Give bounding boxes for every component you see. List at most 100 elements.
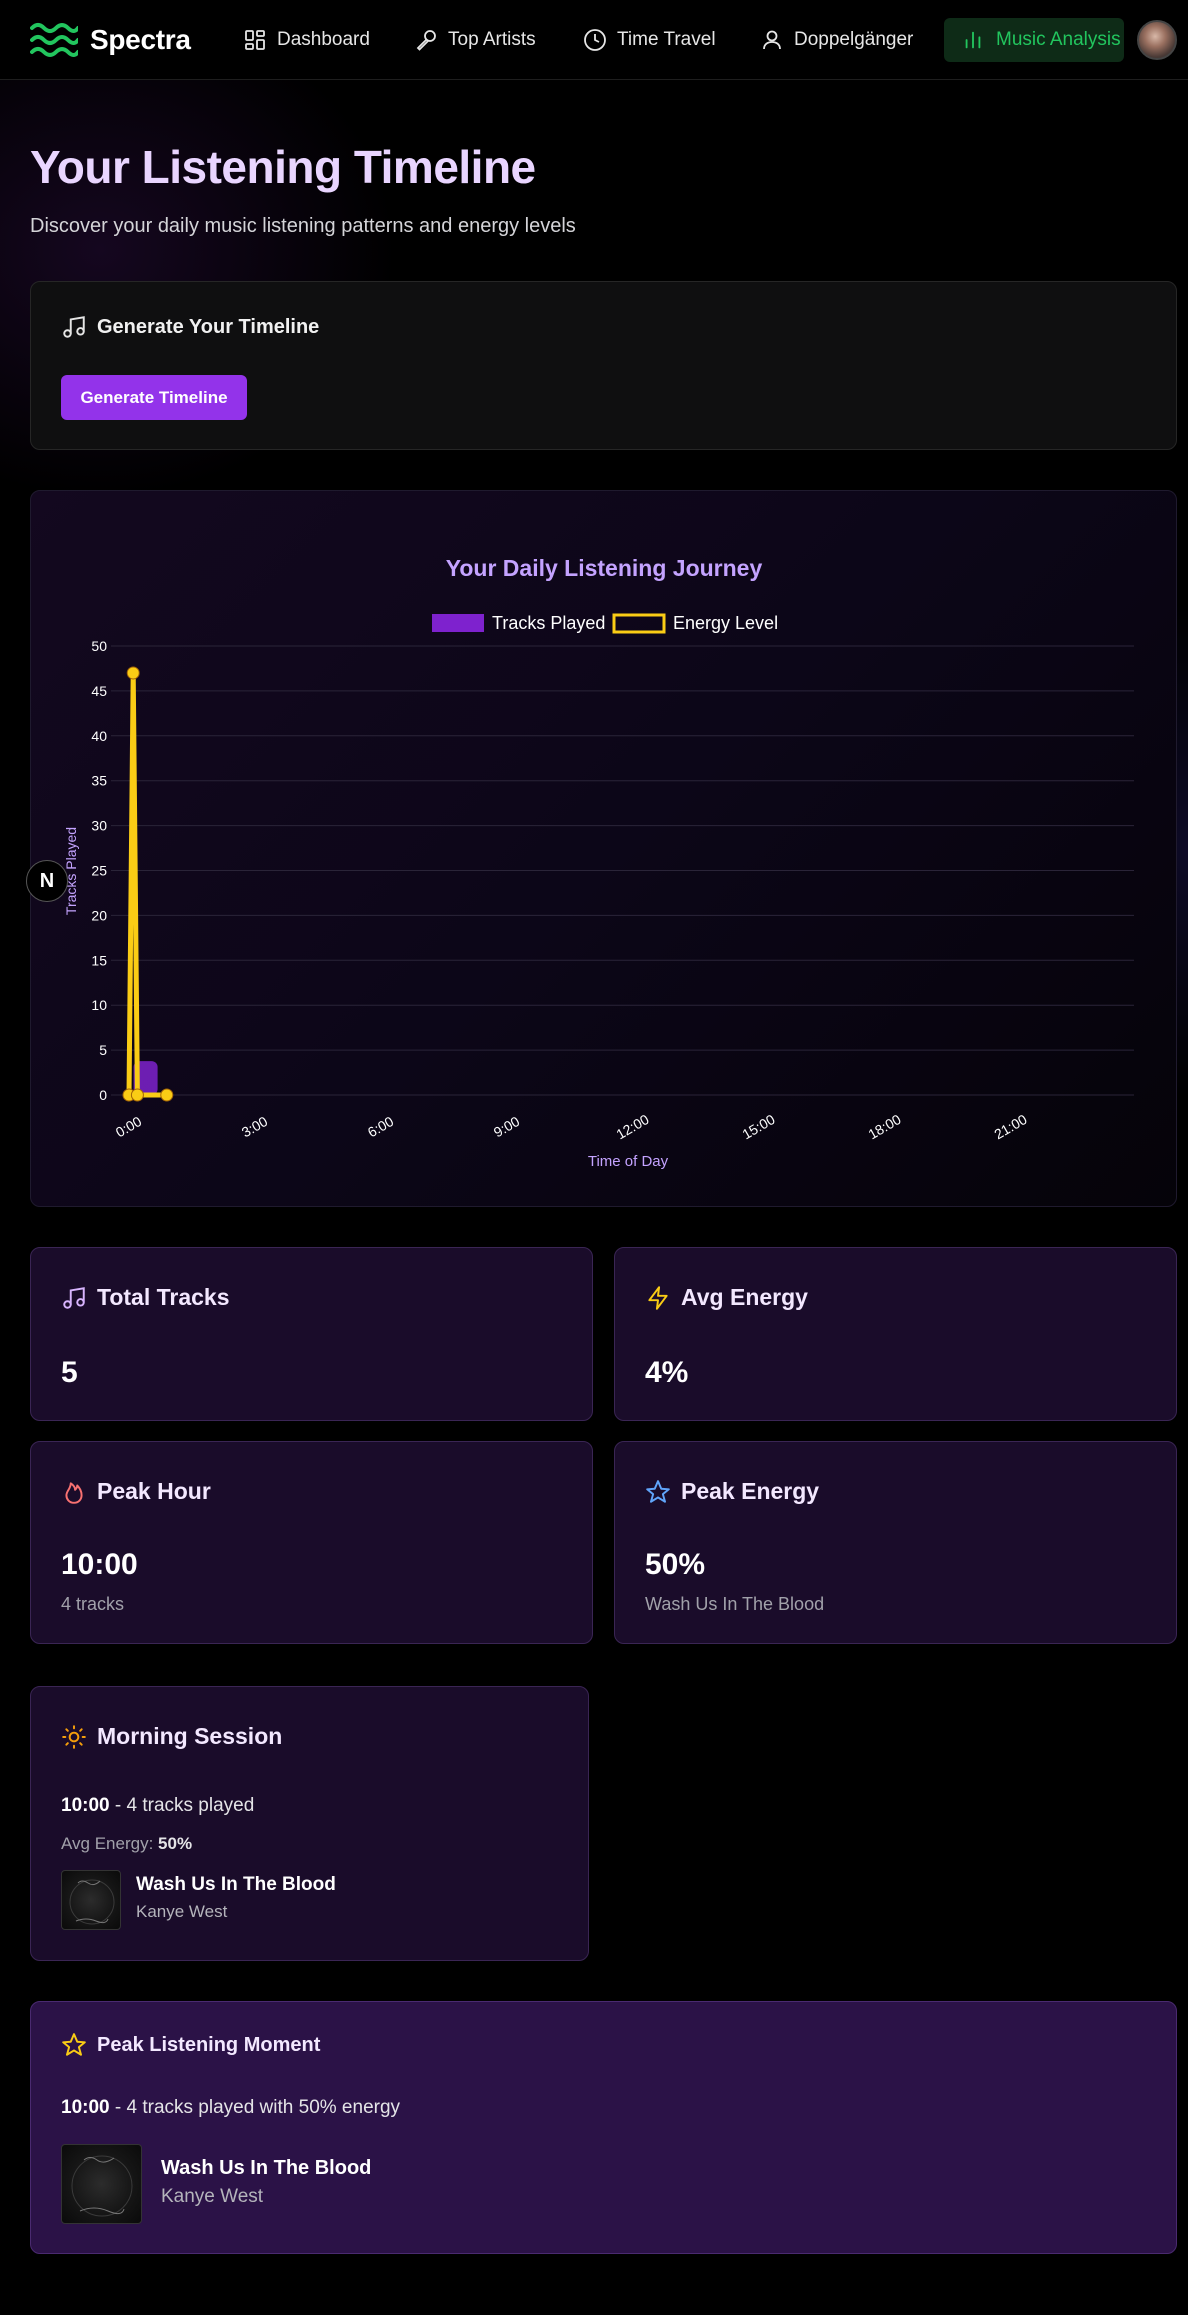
legend-swatch-energy [612,613,666,634]
nav-time-travel-label: Time Travel [617,29,716,50]
page-title: Your Listening Timeline [30,141,536,193]
y-tick-label: 10 [91,997,107,1013]
microphone-icon [416,30,436,51]
star-icon [62,2033,86,2056]
nav-music-analysis[interactable]: Music Analysis [944,18,1124,62]
brand-logo[interactable]: Spectra [30,20,191,60]
stat-peak-hour: Peak Hour 10:00 4 tracks [30,1441,593,1644]
stat-label: Peak Hour [97,1478,211,1504]
generate-timeline-button[interactable]: Generate Timeline [61,375,247,420]
y-tick-label: 35 [91,773,107,789]
chart-card: Your Daily Listening Journey Tracks Play… [30,490,1177,1207]
user-icon [763,30,781,50]
nav-dashboard[interactable]: Dashboard [243,22,370,58]
lightning-icon [648,1285,668,1310]
track-artist: Kanye West [161,2186,264,2207]
sun-icon [62,1724,86,1749]
morning-session-card: Morning Session 10:00 - 4 tracks played … [30,1686,589,1961]
session-energy-label: Avg Energy: [61,1834,159,1853]
session-time: 10:00 [61,1795,110,1816]
brand-name: Spectra [90,24,191,55]
legend-swatch-tracks [432,614,484,632]
session-summary: 10:00 - 4 tracks played [61,1795,254,1817]
y-tick-label: 40 [91,728,107,744]
nav-doppelganger[interactable]: Doppelgänger [760,22,913,58]
y-tick-label: 30 [91,818,107,834]
music-note-icon [63,316,85,338]
y-tick-label: 15 [91,952,107,968]
wave-logo-icon [30,23,78,57]
stat-value: 50% [645,1548,706,1581]
y-axis-ticks: 0 5 10 15 20 25 30 35 40 45 50 [91,638,107,1103]
legend-label-energy[interactable]: Energy Level [673,613,778,633]
stat-avg-energy: Avg Energy 4% [614,1247,1177,1421]
session-energy-value: 50% [158,1834,193,1853]
generate-card: Generate Your Timeline Generate Timeline [30,281,1177,450]
x-axis-ticks: 0:00 3:00 6:00 9:00 12:00 15:00 18:00 21:00 [113,1111,1030,1142]
y-tick-label: 5 [99,1042,107,1058]
y-tick-label: 20 [91,907,107,923]
y-tick-label: 45 [91,683,107,699]
energy-point[interactable] [130,1088,144,1102]
x-tick-label: 15:00 [739,1111,778,1142]
chart-legend: Tracks Played Energy Level [432,613,778,634]
x-tick-label: 18:00 [865,1111,904,1142]
peak-head: Peak Listening Moment [61,2032,320,2058]
nav-dashboard-label: Dashboard [277,29,370,50]
peak-time: 10:00 [61,2097,110,2118]
top-nav: Spectra Dashboard Top Artists Time Trave… [0,0,1188,80]
bar-chart-icon [965,31,981,49]
star-icon [646,1479,670,1503]
grid-icon [245,30,265,50]
legend-label-tracks[interactable]: Tracks Played [492,613,605,633]
x-tick-label: 3:00 [239,1113,271,1141]
energy-point[interactable] [160,1088,174,1102]
session-tracks-text: - 4 tracks played [109,1795,255,1816]
energy-point[interactable] [126,666,140,680]
x-tick-label: 12:00 [613,1111,652,1142]
stat-total-tracks-head: Total Tracks [61,1284,230,1311]
stat-avg-energy-head: Avg Energy [645,1284,808,1311]
stat-peak-hour-head: Peak Hour [61,1478,211,1505]
chart-title: Your Daily Listening Journey [446,555,763,581]
peak-text: - 4 tracks played with 50% energy [109,2097,401,2118]
stat-value: 10:00 [61,1548,138,1581]
music-note-icon [63,1286,85,1309]
x-tick-label: 9:00 [491,1113,523,1141]
session-title: Morning Session [97,1723,283,1749]
clock-icon [584,29,606,51]
chart-grid [111,645,1134,1096]
peak-summary: 10:00 - 4 tracks played with 50% energy [61,2097,400,2119]
listening-chart: Your Daily Listening Journey Tracks Play… [63,555,1134,1170]
x-tick-label: 6:00 [365,1113,397,1141]
generate-title: Generate Your Timeline [61,314,319,340]
stat-label: Total Tracks [97,1284,230,1310]
peak-moment-card: Peak Listening Moment 10:00 - 4 tracks p… [30,2001,1177,2254]
peak-title: Peak Listening Moment [97,2033,321,2056]
stat-peak-energy: Peak Energy 50% Wash Us In The Blood [614,1441,1177,1644]
avatar[interactable] [1137,20,1177,60]
x-tick-label: 0:00 [113,1113,145,1141]
stat-label: Peak Energy [681,1478,820,1504]
nav-top-artists-label: Top Artists [448,29,536,50]
flame-icon [65,1481,83,1504]
generate-title-text: Generate Your Timeline [97,315,320,338]
n-badge[interactable]: N [26,860,68,902]
track-title[interactable]: Wash Us In The Blood [136,1874,336,1896]
album-cover-icon [69,1879,115,1925]
nav-top-artists[interactable]: Top Artists [414,22,536,58]
album-cover-icon [71,2155,133,2217]
y-tick-label: 50 [91,638,107,654]
stat-value: 5 [61,1356,78,1389]
album-art[interactable] [61,1870,121,1930]
track-artist: Kanye West [136,1902,228,1921]
nav-time-travel[interactable]: Time Travel [583,22,716,58]
stat-sub: 4 tracks [61,1594,125,1614]
album-art[interactable] [61,2144,142,2224]
track-title[interactable]: Wash Us In The Blood [161,2157,371,2180]
session-head: Morning Session [61,1723,282,1750]
y-tick-label: 25 [91,863,107,879]
nav-doppelganger-label: Doppelgänger [794,29,914,50]
y-tick-label: 0 [99,1087,107,1103]
stat-total-tracks: Total Tracks 5 [30,1247,593,1421]
